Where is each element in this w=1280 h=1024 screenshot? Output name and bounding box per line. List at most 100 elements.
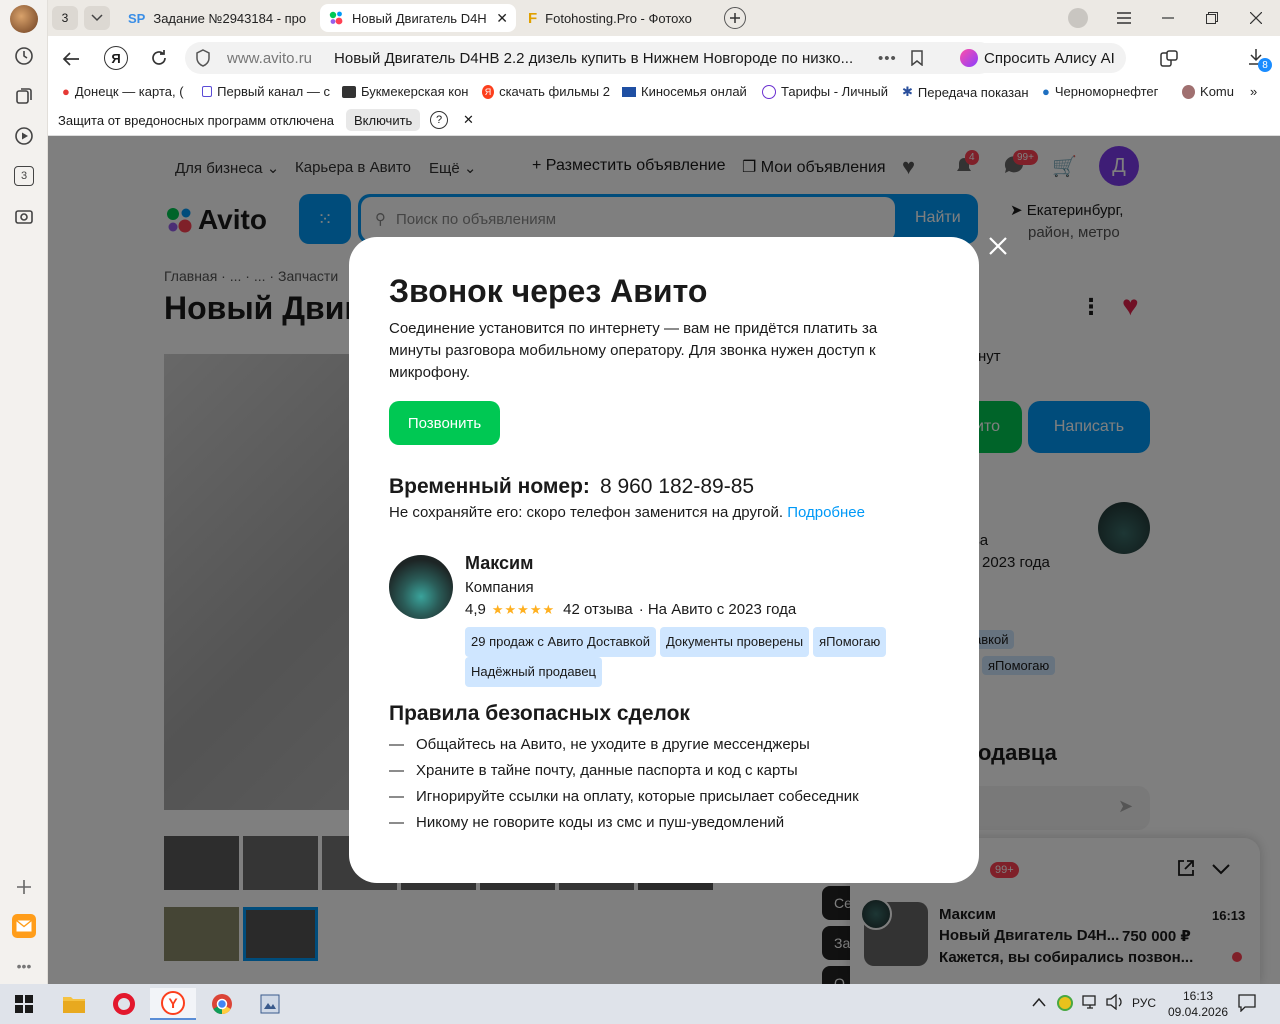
- bookmark-item[interactable]: Тарифы - Личный: [762, 84, 890, 99]
- reload-icon[interactable]: [148, 47, 170, 69]
- seller-name[interactable]: Максим: [465, 553, 533, 574]
- bookmark-label: Букмекерская кон: [361, 84, 469, 99]
- rules-list: — Общайтесь на Авито, не уходите в другие…: [389, 736, 949, 840]
- history-icon[interactable]: [12, 44, 36, 68]
- rating-stars-icon: ★★★★★: [491, 601, 556, 617]
- more-link[interactable]: Подробнее: [787, 504, 865, 521]
- yandex-browser-icon[interactable]: Y: [150, 988, 196, 1020]
- tab-label: Fotohosting.Pro - Фотохо: [545, 10, 692, 26]
- avito-icon: [328, 10, 344, 26]
- bookmark-item[interactable]: Первый канал — с: [202, 84, 330, 99]
- tray-app-icon[interactable]: [1057, 995, 1073, 1011]
- close-window-icon[interactable]: [1246, 8, 1266, 28]
- call-button[interactable]: Позвонить: [389, 401, 500, 445]
- temp-number-warning: Не сохраняйте его: скоро телефон заменит…: [389, 504, 865, 521]
- file-explorer-icon[interactable]: [54, 988, 94, 1020]
- clock-time: 16:13: [1182, 989, 1214, 1003]
- network-icon[interactable]: [1082, 994, 1100, 1013]
- browser-sidebar: 3 •••: [0, 0, 48, 984]
- seller-avatar-modal[interactable]: [389, 555, 453, 619]
- volume-icon[interactable]: [1106, 993, 1124, 1013]
- site-info-icon[interactable]: [195, 49, 211, 67]
- infobar-text: Защита от вредоносных программ отключена: [58, 113, 335, 128]
- tabs-counter-text: 3: [14, 166, 34, 186]
- bookmark-label: Komu: [1200, 84, 1234, 99]
- app-icon[interactable]: [250, 988, 290, 1020]
- meter-icon: ✱: [902, 84, 913, 99]
- tray-expand-icon[interactable]: [1032, 996, 1046, 1010]
- tab-bar: 3 SP Задание №2943184 - про Новый Двигат…: [48, 0, 1280, 36]
- help-icon[interactable]: ?: [430, 111, 448, 129]
- bookmarks-more-icon[interactable]: »: [1250, 84, 1257, 99]
- screenshot-icon[interactable]: [12, 204, 36, 228]
- close-tab-icon[interactable]: ✕: [496, 10, 508, 27]
- badge-ya-pomogayu: яПомогаю: [813, 627, 887, 657]
- alisa-button[interactable]: Спросить Алису AI: [952, 43, 1126, 73]
- tab-avito[interactable]: Новый Двигатель D4H ✕: [320, 4, 516, 32]
- start-icon[interactable]: [4, 988, 44, 1020]
- play-icon[interactable]: [12, 124, 36, 148]
- tab-zadanie[interactable]: SP Задание №2943184 - про: [120, 4, 316, 32]
- extensions-icon[interactable]: [1158, 48, 1180, 70]
- seller-reviews[interactable]: 42 отзыва: [563, 601, 633, 618]
- seller-rating-row: 4,9 ★★★★★ 42 отзыва · На Авито с 2023 го…: [465, 601, 796, 618]
- badge-reliable: Надёжный продавец: [465, 657, 602, 687]
- page-title-in-url: Новый Двигатель D4HB 2.2 дизель купить в…: [334, 49, 854, 67]
- minimize-icon[interactable]: [1158, 8, 1178, 28]
- seller-badges: 29 продаж с Авито Доставкой Документы про…: [465, 627, 935, 687]
- menu-icon[interactable]: [1114, 8, 1134, 28]
- collections-icon[interactable]: [12, 84, 36, 108]
- yandex-icon[interactable]: Я: [104, 46, 128, 70]
- bookmark-item[interactable]: ● Черноморнефтег: [1042, 84, 1170, 99]
- badge-delivery: 29 продаж с Авито Доставкой: [465, 627, 656, 657]
- rule-item: — Общайтесь на Авито, не уходите в другие…: [389, 736, 810, 753]
- tab-count-button[interactable]: 3: [52, 6, 78, 30]
- close-infobar-icon[interactable]: ✕: [463, 112, 474, 128]
- bookmarks-bar: ● Донецк — карта, ( Первый канал — с Букм…: [48, 80, 1280, 106]
- bookmark-label: Первый канал — с: [217, 84, 330, 99]
- bookmark-label: Киносемья онлай: [641, 84, 747, 99]
- clock[interactable]: 16:13 09.04.2026: [1168, 988, 1228, 1020]
- temp-number-row: Временный номер: 8 960 182-89-85: [389, 475, 754, 499]
- alisa-icon: [960, 49, 978, 67]
- restore-icon[interactable]: [1202, 8, 1222, 28]
- bookmark-item[interactable]: ✱ Передача показан: [902, 84, 1030, 100]
- bookmark-item[interactable]: Яскачать фильмы 2: [482, 84, 610, 99]
- more-icon[interactable]: •••: [12, 954, 36, 978]
- tariff-icon: [762, 84, 776, 99]
- bookmark-label: скачать фильмы 2: [499, 84, 610, 99]
- add-icon[interactable]: [12, 875, 36, 899]
- opera-icon[interactable]: [104, 988, 144, 1020]
- bookmark-label: Тарифы - Личный: [781, 84, 889, 99]
- profile-icon[interactable]: [1068, 8, 1088, 28]
- mail-icon[interactable]: [12, 914, 36, 938]
- fotohosting-icon: F: [528, 9, 538, 27]
- enable-protection-button[interactable]: Включить: [346, 109, 421, 131]
- tabs-dropdown-icon[interactable]: [84, 6, 110, 30]
- bookmark-label: Донецк — карта, (: [74, 84, 184, 99]
- back-icon[interactable]: [60, 48, 82, 70]
- close-modal-icon[interactable]: [986, 234, 1010, 258]
- notifications-center-icon[interactable]: [1238, 994, 1256, 1015]
- bookmark-item[interactable]: ● Донецк — карта, (: [62, 84, 190, 99]
- bookmark-item[interactable]: Киносемья онлай: [622, 84, 750, 99]
- seller-rating: 4,9: [465, 601, 486, 618]
- modal-title: Звонок через Авито: [389, 273, 708, 309]
- bookmark-item[interactable]: Букмекерская кон: [342, 84, 470, 99]
- bookmark-icon[interactable]: [911, 50, 923, 66]
- downloads-icon[interactable]: 8: [1248, 48, 1276, 76]
- chrome-icon[interactable]: [202, 988, 242, 1020]
- tab-fotohosting[interactable]: F Fotohosting.Pro - Фотохо: [520, 4, 716, 32]
- tabs-counter-icon[interactable]: 3: [12, 164, 36, 188]
- profile-avatar[interactable]: [10, 5, 38, 33]
- tv-icon: [202, 86, 213, 97]
- language-indicator[interactable]: РУС: [1132, 996, 1156, 1010]
- map-pin-icon: ●: [62, 84, 70, 99]
- new-tab-icon[interactable]: [724, 7, 746, 29]
- url-field[interactable]: www.avito.ru Новый Двигатель D4HB 2.2 ди…: [185, 42, 995, 74]
- address-bar: Я www.avito.ru Новый Двигатель D4HB 2.2 …: [48, 36, 1280, 80]
- url-more-icon[interactable]: •••: [878, 50, 897, 67]
- warning-text: Не сохраняйте его: скоро телефон заменит…: [389, 504, 784, 521]
- bookmark-item[interactable]: Komu: [1182, 84, 1234, 99]
- downloads-badge: 8: [1258, 58, 1272, 72]
